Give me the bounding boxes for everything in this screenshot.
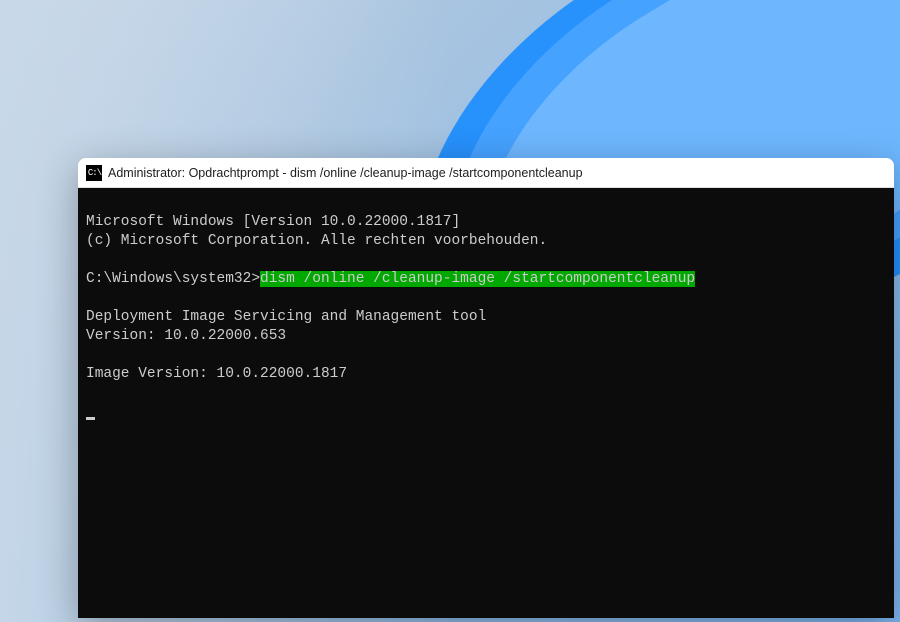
dism-command: dism /online /cleanup-image /startcompon… — [260, 271, 695, 287]
terminal-line: Image Version: 10.0.22000.1817 — [86, 366, 347, 382]
command-prompt-window: C:\ Administrator: Opdrachtprompt - dism… — [78, 158, 894, 618]
terminal-cursor — [86, 417, 95, 420]
terminal-output[interactable]: Microsoft Windows [Version 10.0.22000.18… — [78, 188, 894, 618]
window-title: Administrator: Opdrachtprompt - dism /on… — [108, 166, 583, 180]
window-titlebar[interactable]: C:\ Administrator: Opdrachtprompt - dism… — [78, 158, 894, 188]
terminal-line: (c) Microsoft Corporation. Alle rechten … — [86, 233, 547, 249]
terminal-line: Deployment Image Servicing and Managemen… — [86, 309, 486, 325]
terminal-line: Version: 10.0.22000.653 — [86, 328, 286, 344]
prompt-prefix: C:\Windows\system32> — [86, 271, 260, 287]
cmd-icon: C:\ — [86, 165, 102, 181]
terminal-prompt-line: C:\Windows\system32>dism /online /cleanu… — [86, 271, 695, 287]
terminal-line: Microsoft Windows [Version 10.0.22000.18… — [86, 214, 460, 230]
